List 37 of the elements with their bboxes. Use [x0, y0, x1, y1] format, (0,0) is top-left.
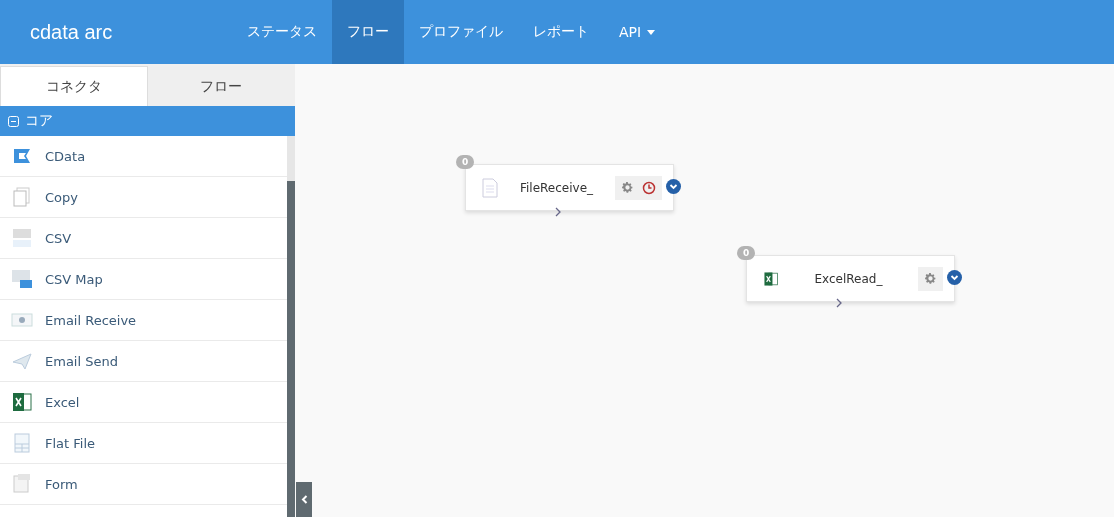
- form-icon: [11, 473, 33, 495]
- settings-icon[interactable]: [924, 272, 937, 285]
- node-label: ExcelRead_: [813, 271, 884, 286]
- clock-icon[interactable]: [642, 180, 656, 195]
- csv-file-icon: [11, 227, 33, 249]
- paper-plane-icon: [11, 350, 33, 372]
- connector-item[interactable]: CSV: [0, 218, 287, 259]
- flow-node[interactable]: ExcelRead_: [746, 255, 955, 302]
- chevron-down-icon[interactable]: [947, 270, 962, 285]
- scrollbar[interactable]: [287, 136, 295, 517]
- collapse-icon[interactable]: [8, 115, 19, 127]
- connector-item[interactable]: Copy: [0, 177, 287, 218]
- connector-item[interactable]: Excel: [0, 382, 287, 423]
- collapse-button[interactable]: [296, 482, 312, 517]
- connector-item[interactable]: Form: [0, 464, 287, 505]
- chevron-left-icon: [300, 495, 308, 504]
- nav-tab[interactable]: フロー: [332, 0, 404, 64]
- settings-icon[interactable]: [621, 181, 634, 194]
- connector-item[interactable]: Email Send: [0, 341, 287, 382]
- caret-icon: [647, 29, 656, 35]
- count-badge: 0: [737, 246, 756, 260]
- connector-item[interactable]: CSV Map: [0, 259, 287, 300]
- flow-node[interactable]: FileReceive_: [465, 164, 674, 211]
- spreadsheet-icon: [11, 391, 33, 413]
- connector-item[interactable]: Email Receive: [0, 300, 287, 341]
- copy-icon: [11, 186, 33, 208]
- connector-item[interactable]: Flat File: [0, 423, 287, 464]
- node-label: FileReceive_: [518, 180, 595, 195]
- document-icon: [482, 177, 498, 198]
- group-label: コア: [25, 112, 53, 130]
- sidebar-tab[interactable]: コネクタ: [0, 66, 148, 106]
- count-badge: 0: [456, 155, 475, 169]
- connector-item[interactable]: CData: [0, 136, 287, 177]
- csv-map-icon: [11, 268, 33, 290]
- chevron-down-icon[interactable]: [666, 179, 681, 194]
- logo: cdata arc: [29, 19, 114, 45]
- document-icon: [11, 432, 33, 454]
